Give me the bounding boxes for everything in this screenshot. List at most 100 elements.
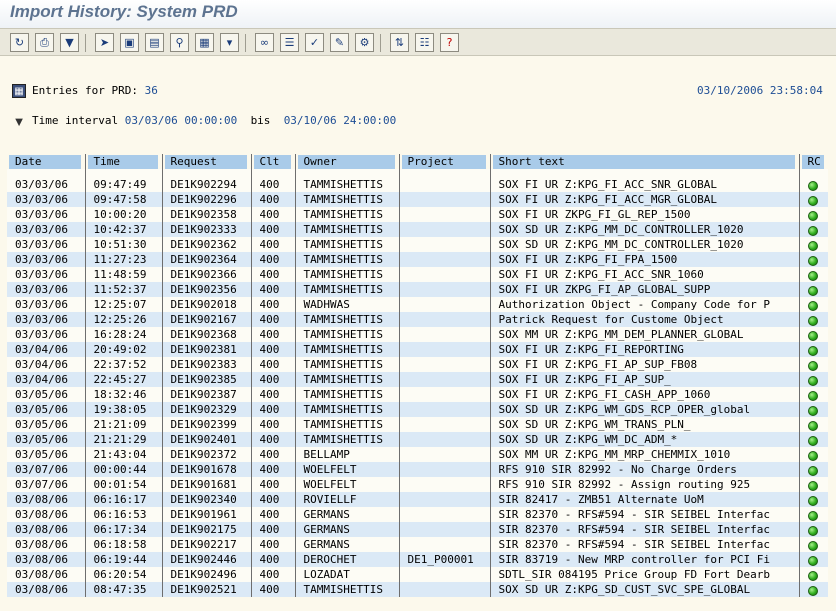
- column-header-project[interactable]: Project: [398, 154, 490, 169]
- table-row[interactable]: 03/03/06 11:48:59 DE1K902366 400 TAMMISHETTI…: [7, 267, 828, 282]
- cell-project: [398, 537, 490, 552]
- table-row[interactable]: 03/03/06 12:25:07 DE1K902018 400 WADHWAS Auth…: [7, 297, 828, 312]
- cell-request: DE1K902362: [161, 237, 251, 252]
- cell-client: 400: [250, 432, 295, 447]
- cell-date: 03/03/06: [7, 267, 85, 282]
- funnel-icon[interactable]: ▾: [220, 33, 239, 52]
- cell-request: DE1K902366: [161, 267, 251, 282]
- table-row[interactable]: 03/03/06 10:00:20 DE1K902358 400 TAMMISHETTI…: [7, 207, 828, 222]
- table-row[interactable]: 03/08/06 06:17:34 DE1K902175 400 GERMANS SIR …: [7, 522, 828, 537]
- table-row[interactable]: 03/03/06 10:42:37 DE1K902333 400 TAMMISHETTI…: [7, 222, 828, 237]
- cell-client: 400: [250, 252, 295, 267]
- column-header-owner[interactable]: Owner: [294, 154, 399, 169]
- cell-time: 19:38:05: [84, 402, 162, 417]
- status-ok-icon: [807, 555, 818, 566]
- cell-rc: [798, 357, 828, 372]
- table-row[interactable]: 03/03/06 16:28:24 DE1K902368 400 TAMMISHETTI…: [7, 327, 828, 342]
- table-row[interactable]: 03/08/06 06:16:53 DE1K901961 400 GERMANS SIR …: [7, 507, 828, 522]
- help-icon[interactable]: ?: [440, 33, 459, 52]
- cell-owner: GERMANS: [294, 522, 399, 537]
- cell-request: DE1K902356: [161, 282, 251, 297]
- table-row[interactable]: 03/03/06 09:47:49 DE1K902294 400 TAMMISHETTI…: [7, 177, 828, 192]
- cell-short-text: SOX MM UR Z:KPG_MM_DEM_PLANNER_GLOBAL: [489, 327, 799, 342]
- cell-project: [398, 282, 490, 297]
- cell-owner: TAMMISHETTIS: [294, 192, 399, 207]
- column-header-date[interactable]: Date: [7, 154, 85, 169]
- cursor-icon[interactable]: ➤: [95, 33, 114, 52]
- table-row[interactable]: 03/05/06 21:21:09 DE1K902399 400 TAMMISHETTI…: [7, 417, 828, 432]
- table-row[interactable]: 03/03/06 09:47:58 DE1K902296 400 TAMMISHETTI…: [7, 192, 828, 207]
- table-row[interactable]: 03/07/06 00:01:54 DE1K901681 400 WOELFELT RFS…: [7, 477, 828, 492]
- table-row[interactable]: 03/04/06 20:49:02 DE1K902381 400 TAMMISHETTI…: [7, 342, 828, 357]
- table-header-row: Date Time Request Clt Owner Project Shor…: [7, 154, 828, 169]
- cell-short-text: RFS 910 SIR 82992 - Assign routing 925: [489, 477, 799, 492]
- list-icon[interactable]: ☰: [280, 33, 299, 52]
- cell-time: 06:18:58: [84, 537, 162, 552]
- cell-request: DE1K902364: [161, 252, 251, 267]
- cell-owner: TAMMISHETTIS: [294, 312, 399, 327]
- settings-icon[interactable]: ⚙: [355, 33, 374, 52]
- table-row[interactable]: 03/05/06 21:43:04 DE1K902372 400 BELLAMP SOX …: [7, 447, 828, 462]
- cell-request: DE1K902296: [161, 192, 251, 207]
- cell-date: 03/07/06: [7, 477, 85, 492]
- cell-date: 03/04/06: [7, 372, 85, 387]
- table-row[interactable]: 03/05/06 19:38:05 DE1K902329 400 TAMMISHETTI…: [7, 402, 828, 417]
- column-header-time[interactable]: Time: [84, 154, 162, 169]
- cell-project: [398, 432, 490, 447]
- cell-rc: [798, 207, 828, 222]
- cell-date: 03/05/06: [7, 417, 85, 432]
- table-row[interactable]: 03/08/06 06:19:44 DE1K902446 400 DEROCHET DE1…: [7, 552, 828, 567]
- cell-owner: TAMMISHETTIS: [294, 342, 399, 357]
- cell-owner: TAMMISHETTIS: [294, 582, 399, 597]
- table-row[interactable]: 03/04/06 22:45:27 DE1K902385 400 TAMMISHETTI…: [7, 372, 828, 387]
- refresh-icon[interactable]: ↻: [10, 33, 29, 52]
- cell-request: DE1K902329: [161, 402, 251, 417]
- export-icon[interactable]: ▦: [195, 33, 214, 52]
- status-ok-icon: [807, 570, 818, 581]
- table-row[interactable]: 03/03/06 11:52:37 DE1K902356 400 TAMMISHETTI…: [7, 282, 828, 297]
- table-row[interactable]: 03/03/06 12:25:26 DE1K902167 400 TAMMISHETTI…: [7, 312, 828, 327]
- print-icon[interactable]: ⎙: [35, 33, 54, 52]
- glasses-icon[interactable]: ∞: [255, 33, 274, 52]
- filter-icon[interactable]: ▼: [60, 33, 79, 52]
- column-header-request[interactable]: Request: [161, 154, 251, 169]
- cell-time: 16:28:24: [84, 327, 162, 342]
- cell-project: [398, 372, 490, 387]
- cell-time: 09:47:58: [84, 192, 162, 207]
- cell-date: 03/08/06: [7, 492, 85, 507]
- table-row[interactable]: 03/08/06 08:47:35 DE1K902521 400 TAMMISHETTI…: [7, 582, 828, 597]
- cell-rc: [798, 522, 828, 537]
- cell-client: 400: [250, 222, 295, 237]
- table-row[interactable]: 03/03/06 10:51:30 DE1K902362 400 TAMMISHETTI…: [7, 237, 828, 252]
- cell-owner: ROVIELLF: [294, 492, 399, 507]
- cell-rc: [798, 417, 828, 432]
- column-header-client[interactable]: Clt: [250, 154, 295, 169]
- table-icon[interactable]: ☷: [415, 33, 434, 52]
- table-row[interactable]: 03/07/06 00:00:44 DE1K901678 400 WOELFELT RFS…: [7, 462, 828, 477]
- toolbar-separator: [245, 34, 246, 52]
- status-ok-icon: [807, 360, 818, 371]
- table-row[interactable]: 03/05/06 18:32:46 DE1K902387 400 TAMMISHETTI…: [7, 387, 828, 402]
- cell-owner: TAMMISHETTIS: [294, 432, 399, 447]
- cell-project: [398, 267, 490, 282]
- choose-icon[interactable]: ✓: [305, 33, 324, 52]
- cell-owner: WOELFELT: [294, 477, 399, 492]
- table-row[interactable]: 03/04/06 22:37:52 DE1K902383 400 TAMMISHETTI…: [7, 357, 828, 372]
- column-header-short-text[interactable]: Short text: [489, 154, 799, 169]
- zoom-icon[interactable]: ⚲: [170, 33, 189, 52]
- table-row[interactable]: 03/05/06 21:21:29 DE1K902401 400 TAMMISHETTI…: [7, 432, 828, 447]
- interval-to: 03/10/06 24:00:00: [283, 114, 397, 127]
- detail-icon[interactable]: ▣: [120, 33, 139, 52]
- document-icon[interactable]: ▤: [145, 33, 164, 52]
- cell-client: 400: [250, 477, 295, 492]
- cell-date: 03/08/06: [7, 552, 85, 567]
- cell-rc: [798, 192, 828, 207]
- edit-icon[interactable]: ✎: [330, 33, 349, 52]
- table-row[interactable]: 03/08/06 06:16:17 DE1K902340 400 ROVIELLF SIR…: [7, 492, 828, 507]
- table-row[interactable]: 03/08/06 06:18:58 DE1K902217 400 GERMANS SIR …: [7, 537, 828, 552]
- table-row[interactable]: 03/08/06 06:20:54 DE1K902496 400 LOZADAT SDTL…: [7, 567, 828, 582]
- sort-icon[interactable]: ⇅: [390, 33, 409, 52]
- column-header-rc[interactable]: RC: [798, 154, 828, 169]
- cell-project: [398, 582, 490, 597]
- table-row[interactable]: 03/03/06 11:27:23 DE1K902364 400 TAMMISHETTI…: [7, 252, 828, 267]
